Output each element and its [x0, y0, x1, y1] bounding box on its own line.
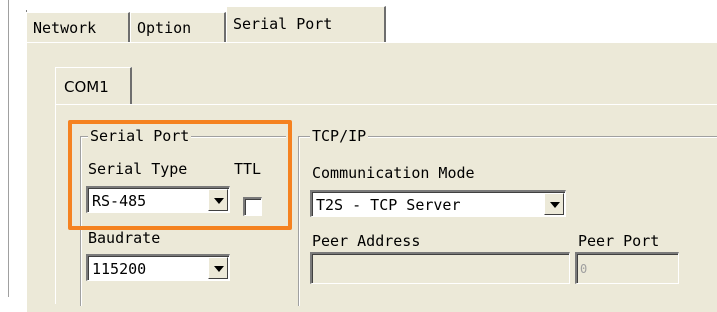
tab-network[interactable]: Network: [26, 12, 130, 43]
communication-mode-label: Communication Mode: [312, 164, 475, 182]
tab-network-label: Network: [33, 19, 97, 37]
peer-address-label: Peer Address: [312, 232, 421, 250]
window-left-border: [8, 0, 9, 297]
baudrate-value: 115200: [92, 260, 147, 278]
communication-mode-select[interactable]: T2S - TCP Server: [310, 190, 566, 217]
tab-option[interactable]: Option: [130, 12, 226, 43]
peer-port-field[interactable]: 0: [575, 252, 679, 284]
peer-port-value: 0: [580, 262, 588, 276]
chevron-down-icon: [214, 266, 224, 272]
tab-serial-port[interactable]: Serial Port: [226, 6, 386, 43]
tab-option-label: Option: [137, 19, 192, 37]
peer-address-field[interactable]: [310, 252, 570, 284]
baudrate-label: Baudrate: [88, 229, 161, 247]
chevron-down-icon: [550, 202, 560, 208]
tcpip-group-title: TCP/IP: [310, 127, 369, 145]
baudrate-dropdown-button[interactable]: [208, 257, 228, 279]
communication-mode-value: T2S - TCP Server: [316, 196, 461, 214]
highlight-box: [68, 120, 292, 230]
baudrate-select[interactable]: 115200: [86, 254, 230, 281]
communication-mode-dropdown-button[interactable]: [544, 193, 564, 215]
tab-com1[interactable]: COM1: [55, 67, 132, 105]
peer-port-label: Peer Port: [578, 232, 660, 250]
tab-serial-port-label: Serial Port: [233, 15, 333, 33]
tab-com1-label: COM1: [64, 78, 109, 96]
